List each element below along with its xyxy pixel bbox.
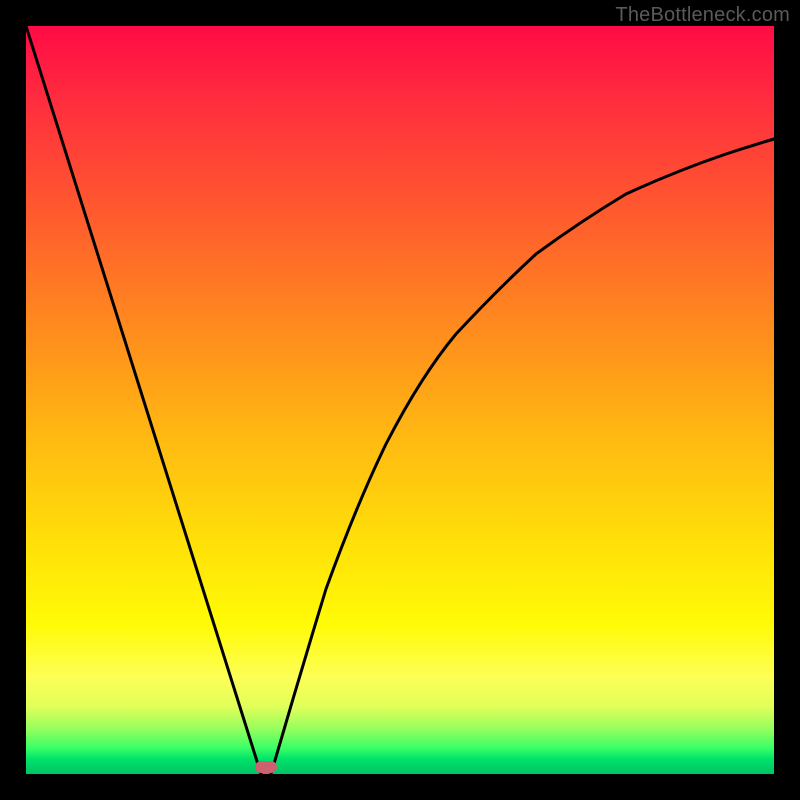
right-branch bbox=[271, 139, 774, 774]
left-branch bbox=[26, 26, 261, 774]
curve-layer bbox=[26, 26, 774, 774]
plot-frame bbox=[26, 26, 774, 774]
optimal-marker bbox=[255, 761, 277, 773]
watermark-text: TheBottleneck.com bbox=[615, 4, 790, 27]
